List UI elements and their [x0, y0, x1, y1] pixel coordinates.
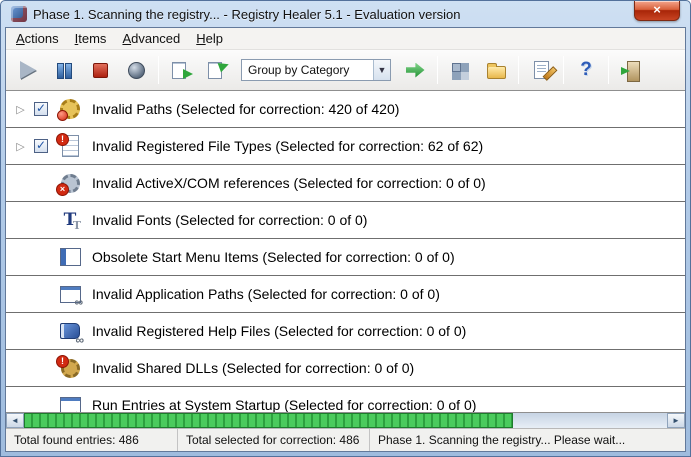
category-row[interactable]: ▷ Invalid Application Paths (Selected fo… — [6, 276, 685, 313]
obsolete-start-menu-icon — [55, 244, 85, 271]
resume-scan-button[interactable] — [10, 54, 46, 87]
hscroll-thumb[interactable] — [24, 413, 513, 428]
category-label: Invalid Fonts (Selected for correction: … — [92, 212, 367, 228]
menu-item[interactable]: Help — [188, 28, 231, 49]
category-label: Invalid Paths (Selected for correction: … — [92, 101, 399, 117]
go-button[interactable] — [397, 54, 433, 87]
toolbar-separator — [158, 56, 159, 84]
menu-item-label: Actions — [16, 31, 59, 46]
category-row[interactable]: ▷ Run Entries at System Startup (Selecte… — [6, 387, 685, 412]
window-title: Phase 1. Scanning the registry... - Regi… — [33, 7, 461, 22]
scrollbar-track[interactable] — [24, 413, 667, 428]
folder-icon — [487, 66, 506, 79]
report-button[interactable] — [523, 54, 559, 87]
go-arrow-icon — [406, 63, 425, 78]
menu-bar: Actions Items Advanced Help — [6, 28, 685, 50]
help-button[interactable] — [568, 54, 604, 87]
pause-scan-button[interactable] — [46, 54, 82, 87]
close-button[interactable]: × — [634, 1, 680, 21]
registry-entries-button[interactable] — [442, 54, 478, 87]
toolbar: Group by Category ▼ — [6, 50, 685, 91]
close-icon: × — [653, 2, 661, 17]
category-row[interactable]: ▷ Invalid Fonts (Selected for correction… — [6, 202, 685, 239]
invalid-paths-icon — [55, 96, 85, 123]
stop-scan-button[interactable] — [82, 54, 118, 87]
fix-registry-button[interactable] — [199, 54, 235, 87]
menu-item-label: Advanced — [122, 31, 180, 46]
scroll-left-icon: ◄ — [11, 416, 19, 425]
chevron-down-icon[interactable]: ▼ — [373, 60, 390, 80]
group-by-value: Group by Category — [248, 63, 349, 77]
category-list: ▷ Invalid Paths (Selected for correction… — [6, 91, 685, 412]
run-entries-startup-icon — [55, 392, 85, 413]
menu-item[interactable]: Items — [67, 28, 115, 49]
category-checkbox[interactable] — [34, 102, 48, 116]
menu-item-label: Help — [196, 31, 223, 46]
category-label: Run Entries at System Startup (Selected … — [92, 397, 476, 412]
category-row[interactable]: ▷ Invalid Registered Help Files (Selecte… — [6, 313, 685, 350]
status-bar: Total found entries: 486 Total selected … — [6, 428, 685, 451]
web-button[interactable] — [118, 54, 154, 87]
expander-icon[interactable]: ▷ — [14, 140, 27, 153]
category-row[interactable]: ▷ Invalid ActiveX/COM references (Select… — [6, 165, 685, 202]
menu-item[interactable]: Actions — [8, 28, 67, 49]
horizontal-scrollbar: ◄ ► — [6, 412, 685, 428]
title-bar: Phase 1. Scanning the registry... - Regi… — [5, 1, 686, 27]
exit-button[interactable] — [613, 54, 649, 87]
scan-registry-button[interactable] — [163, 54, 199, 87]
scroll-left-button[interactable]: ◄ — [6, 413, 24, 428]
category-row[interactable]: ▷ Invalid Paths (Selected for correction… — [6, 91, 685, 128]
cubes-icon — [451, 62, 469, 79]
menu-item-label: Items — [75, 31, 107, 46]
toolbar-separator — [608, 56, 609, 84]
invalid-shared-dlls-icon — [55, 355, 85, 382]
open-button[interactable] — [478, 54, 514, 87]
category-row[interactable]: ▷ Invalid Shared DLLs (Selected for corr… — [6, 350, 685, 387]
stop-icon — [93, 63, 108, 78]
help-icon — [580, 59, 592, 81]
status-phase: Phase 1. Scanning the registry... Please… — [370, 429, 685, 451]
expander-icon[interactable]: ▷ — [14, 103, 27, 116]
toolbar-separator — [437, 56, 438, 84]
invalid-fonts-icon — [55, 207, 85, 234]
exit-door-icon — [622, 61, 640, 80]
category-label: Invalid Registered Help Files (Selected … — [92, 323, 466, 339]
invalid-file-types-icon — [55, 133, 85, 160]
category-label: Invalid ActiveX/COM references (Selected… — [92, 175, 486, 191]
category-label: Invalid Application Paths (Selected for … — [92, 286, 440, 302]
report-icon — [534, 61, 549, 79]
category-label: Invalid Registered File Types (Selected … — [92, 138, 483, 154]
invalid-app-paths-icon — [55, 281, 85, 308]
category-row[interactable]: ▷ Invalid Registered File Types (Selecte… — [6, 128, 685, 165]
registry-healer-window: Phase 1. Scanning the registry... - Regi… — [0, 0, 691, 457]
scroll-right-button[interactable]: ► — [667, 413, 685, 428]
client-area: Actions Items Advanced Help — [5, 27, 686, 452]
scroll-right-icon: ► — [672, 416, 680, 425]
app-icon — [11, 6, 27, 22]
invalid-activex-icon — [55, 170, 85, 197]
menu-item[interactable]: Advanced — [114, 28, 188, 49]
toolbar-separator — [563, 56, 564, 84]
category-label: Invalid Shared DLLs (Selected for correc… — [92, 360, 414, 376]
scan-page-icon — [171, 61, 191, 80]
toolbar-separator — [518, 56, 519, 84]
status-total-found: Total found entries: 486 — [6, 429, 178, 451]
fix-page-icon — [207, 61, 227, 80]
resume-arrow-icon — [20, 61, 36, 79]
globe-icon — [128, 62, 145, 79]
group-by-select[interactable]: Group by Category ▼ — [241, 59, 391, 81]
status-total-selected: Total selected for correction: 486 — [178, 429, 370, 451]
category-label: Obsolete Start Menu Items (Selected for … — [92, 249, 455, 265]
category-row[interactable]: ▷ Obsolete Start Menu Items (Selected fo… — [6, 239, 685, 276]
pause-icon — [56, 62, 73, 78]
category-checkbox[interactable] — [34, 139, 48, 153]
invalid-help-files-icon — [55, 318, 85, 345]
